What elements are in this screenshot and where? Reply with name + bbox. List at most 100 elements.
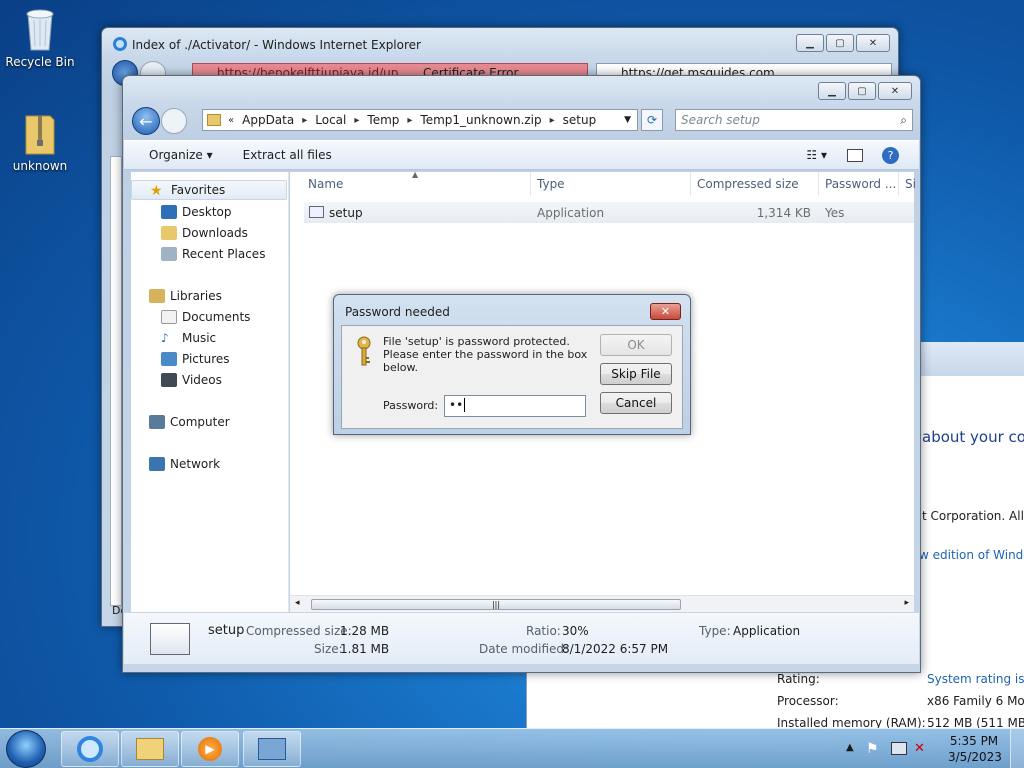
nav-favorites[interactable]: ★ Favorites — [131, 180, 287, 200]
breadcrumb-zip[interactable]: Temp1_unknown.zip — [420, 113, 541, 127]
rating-value[interactable]: System rating is no — [927, 672, 1024, 686]
breadcrumb-local[interactable]: Local — [315, 113, 346, 127]
ie-window-title: Index of ./Activator/ - Windows Internet… — [132, 38, 421, 52]
dialog-close-button[interactable]: ✕ — [650, 303, 681, 320]
action-center-flag-icon[interactable]: ⚑ — [866, 741, 879, 757]
search-placeholder: Search setup — [681, 113, 760, 127]
desktop-icon — [161, 205, 177, 219]
breadcrumb-setup[interactable]: setup — [563, 113, 597, 127]
command-bar: Organize ▾ Extract all files ☷ ▾ ? — [124, 140, 919, 170]
taskbar-system-button[interactable] — [243, 731, 301, 767]
nav-desktop[interactable]: Desktop — [131, 202, 232, 222]
scroll-right-icon[interactable]: ▸ — [904, 598, 909, 608]
extract-all-button[interactable]: Extract all files — [243, 148, 332, 162]
rating-label: Rating: — [777, 672, 820, 686]
details-pane: setup Compressed size: 1.28 MB Size: 1.8… — [124, 612, 919, 664]
edition-link[interactable]: w edition of Window — [919, 548, 1024, 562]
details-ratio-value: 30% — [562, 624, 589, 638]
nav-network[interactable]: Network — [131, 454, 220, 474]
breadcrumb-temp[interactable]: Temp — [367, 113, 399, 127]
password-dialog[interactable]: Password needed ✕ File 'setup' is passwo… — [333, 294, 691, 435]
cancel-button[interactable]: Cancel — [600, 392, 672, 414]
address-dropdown-icon[interactable]: ▼ — [624, 115, 631, 125]
details-file-name: setup — [208, 623, 245, 638]
ie-close-button[interactable]: ✕ — [856, 34, 890, 52]
preview-pane-icon[interactable] — [847, 148, 863, 162]
table-row[interactable]: setup Application 1,314 KB Yes — [304, 202, 914, 223]
details-ratio-label: Ratio: — [526, 624, 561, 638]
address-bar[interactable]: « AppData ▸ Local ▸ Temp ▸ Temp1_unknown.zi… — [202, 109, 638, 131]
nav-pictures[interactable]: Pictures — [131, 349, 230, 369]
pictures-icon — [161, 352, 177, 366]
clock-date[interactable]: 3/5/2023 — [948, 750, 1002, 764]
column-size[interactable]: Si — [898, 172, 916, 196]
password-value: •• — [449, 398, 464, 412]
libraries-icon — [149, 289, 165, 303]
folder-icon — [207, 114, 221, 126]
details-modified-value: 8/1/2022 6:57 PM — [562, 642, 669, 656]
about-text: about your com — [922, 428, 1024, 446]
nav-libraries[interactable]: Libraries — [131, 286, 222, 306]
explorer-minimize-button[interactable]: ▁ — [818, 82, 846, 100]
taskbar-explorer-button[interactable] — [121, 731, 179, 767]
search-icon: ⌕ — [900, 112, 907, 127]
details-size-label: Size: — [314, 642, 343, 656]
nav-computer[interactable]: Computer — [131, 412, 230, 432]
taskbar-ie-button[interactable] — [61, 731, 119, 767]
skip-file-button[interactable]: Skip File — [600, 363, 672, 385]
forward-button[interactable] — [161, 108, 187, 134]
volume-muted-icon[interactable]: ✕ — [914, 741, 925, 756]
show-desktop-button[interactable] — [1010, 729, 1024, 768]
search-input[interactable]: Search setup ⌕ — [675, 109, 913, 131]
help-icon[interactable]: ? — [882, 146, 899, 164]
ie-maximize-button[interactable]: ▢ — [826, 34, 854, 52]
password-label: Password: — [383, 399, 439, 412]
network-tray-icon[interactable] — [891, 742, 907, 755]
start-button[interactable] — [6, 730, 46, 768]
processor-value: x86 Family 6 Mode — [927, 694, 1024, 708]
ie-minimize-button[interactable]: ▁ — [796, 34, 824, 52]
navigation-pane[interactable]: ★ Favorites Desktop Downloads Recent Plac… — [131, 172, 289, 612]
media-player-icon: ▶ — [198, 737, 222, 761]
recent-places-icon — [161, 247, 177, 261]
recycle-bin-desktop-icon[interactable]: Recycle Bin — [0, 6, 80, 69]
key-icon — [355, 336, 373, 371]
scrollbar-thumb[interactable]: ||| — [311, 599, 681, 610]
star-icon: ★ — [150, 183, 163, 199]
file-name: setup — [329, 206, 363, 220]
taskbar-media-player-button[interactable]: ▶ — [181, 731, 239, 767]
clock-time[interactable]: 5:35 PM — [948, 734, 1000, 748]
dialog-message: File 'setup' is password protected. Plea… — [383, 335, 588, 374]
recycle-bin-icon — [20, 6, 60, 52]
back-button[interactable]: ← — [132, 107, 160, 135]
nav-recent-places[interactable]: Recent Places — [131, 244, 265, 264]
horizontal-scrollbar[interactable]: ◂ ||| ▸ — [290, 595, 914, 612]
dialog-body: File 'setup' is password protected. Plea… — [341, 325, 683, 429]
back-arrow-icon: ← — [139, 111, 153, 131]
column-password[interactable]: Password ... — [818, 172, 898, 196]
nav-music[interactable]: ♪ Music — [131, 328, 216, 348]
explorer-maximize-button[interactable]: ▢ — [848, 82, 876, 100]
column-compressed-size[interactable]: Compressed size — [690, 172, 818, 196]
refresh-button[interactable]: ⟳ — [641, 109, 663, 131]
videos-icon — [161, 373, 177, 387]
file-compressed-size: 1,314 KB — [756, 206, 811, 220]
breadcrumb-appdata[interactable]: AppData — [242, 113, 294, 127]
show-hidden-icons[interactable]: ▲ — [846, 742, 854, 753]
details-type-label: Type: — [699, 624, 731, 638]
scroll-left-icon[interactable]: ◂ — [295, 598, 300, 608]
view-options-icon[interactable]: ☷ ▾ — [806, 148, 827, 162]
password-input[interactable]: •• — [444, 395, 586, 417]
application-icon — [309, 206, 324, 218]
organize-button[interactable]: Organize ▾ — [149, 148, 213, 162]
downloads-icon — [161, 226, 177, 240]
nav-downloads[interactable]: Downloads — [131, 223, 248, 243]
ok-button[interactable]: OK — [600, 334, 672, 356]
file-password: Yes — [825, 206, 845, 220]
column-type[interactable]: Type — [530, 172, 690, 196]
nav-videos[interactable]: Videos — [131, 370, 222, 390]
column-name[interactable]: Name — [308, 172, 530, 196]
unknown-zip-desktop-icon[interactable]: unknown — [0, 110, 80, 173]
nav-documents[interactable]: Documents — [131, 307, 250, 327]
explorer-close-button[interactable]: ✕ — [878, 82, 912, 100]
